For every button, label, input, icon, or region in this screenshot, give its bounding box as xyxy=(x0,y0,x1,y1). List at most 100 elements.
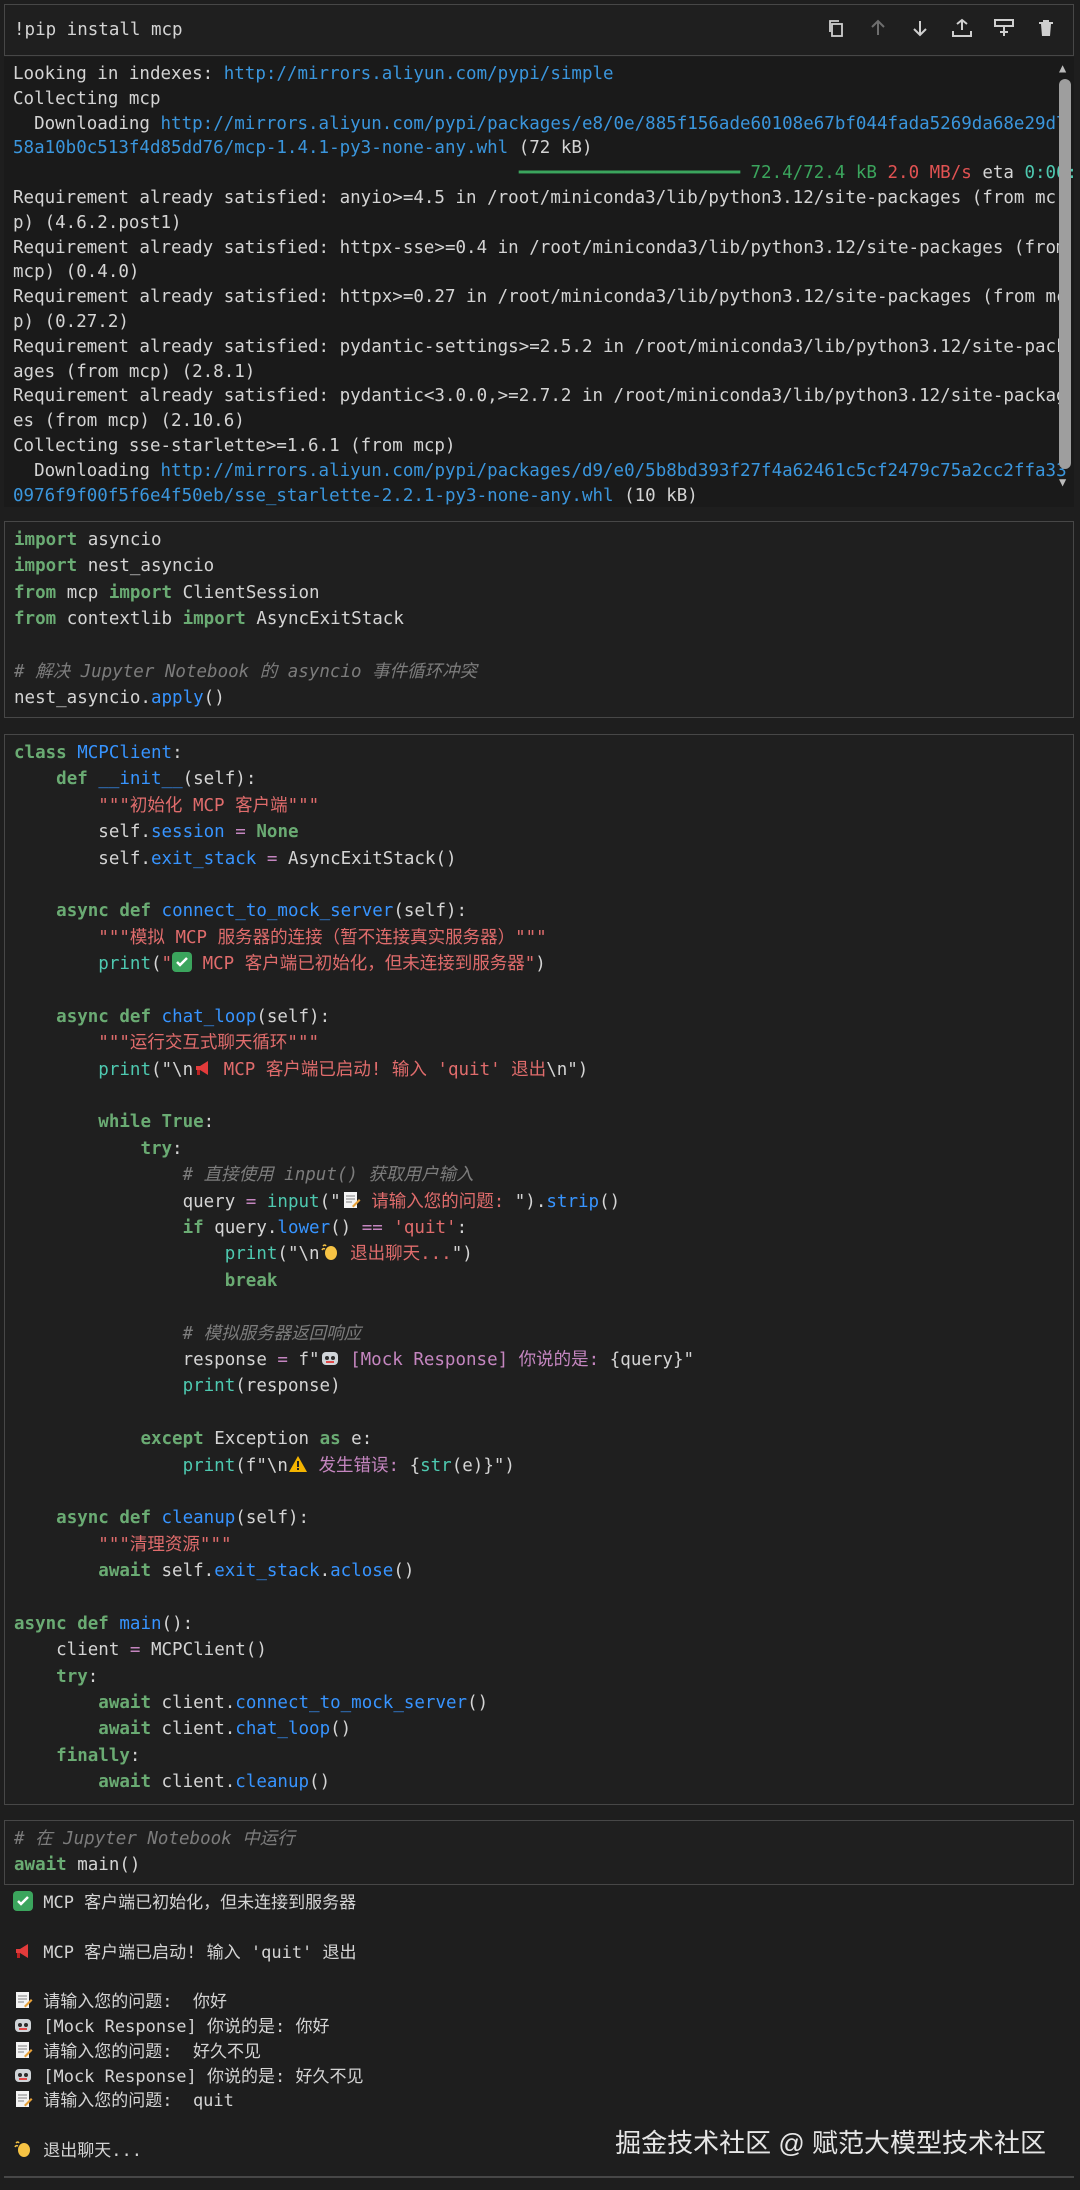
run-main-code[interactable]: # 在 Jupyter Notebook 中运行 await main() xyxy=(14,1826,295,1879)
pip-output-line: Requirement already satisfied: httpx>=0.… xyxy=(13,285,1067,310)
memo-emoji-icon xyxy=(13,2040,33,2060)
imports-code-token: import xyxy=(14,530,78,550)
output-scrollbar[interactable]: ▲ ▼ xyxy=(1058,57,1072,507)
robot-emoji-icon xyxy=(320,1348,340,1368)
mcp-client-code-token: (e)}") xyxy=(451,1455,515,1476)
mcp-client-code-token xyxy=(14,1508,56,1528)
mcp-client-code[interactable]: class MCPClient: def __init__(self): """… xyxy=(14,740,694,1796)
imports-code-token: ClientSession xyxy=(172,582,320,603)
imports-code-token: AsyncExitStack xyxy=(245,609,404,630)
mcp-client-code-line: async def cleanup(self): xyxy=(14,1505,694,1531)
mcp-client-code-token: client. xyxy=(150,1719,236,1740)
scroll-down-icon[interactable]: ▼ xyxy=(1059,475,1066,489)
mcp-client-code-token: None xyxy=(256,822,299,843)
move-up-icon[interactable] xyxy=(863,13,893,43)
mcp-client-code-token: print xyxy=(224,1244,278,1265)
mcp-client-code-line: # 直接使用 input() 获取用户输入 xyxy=(14,1162,694,1188)
mcp-client-code-token: self. xyxy=(150,1561,215,1582)
mcp-client-code-token: chat_loop xyxy=(235,1719,331,1740)
pip-output-token: Requirement already satisfied: httpx>=0.… xyxy=(13,287,1067,308)
pip-output-token: ━━━━━━━━━━━━━━━━━━━━━ xyxy=(13,163,751,184)
memo-emoji-icon xyxy=(341,1190,361,1210)
mcp-client-code-token: \n") xyxy=(546,1059,589,1080)
imports-code-token: import xyxy=(14,556,78,577)
mcp-client-code-token xyxy=(14,1165,183,1185)
mcp-client-code-line: print("\n 退出聊天...") xyxy=(14,1241,694,1267)
mcp-client-code-token: ( xyxy=(150,954,162,975)
mcp-client-code-token: except xyxy=(140,1429,204,1450)
pip-output-token: Requirement already satisfied: anyio>=4.… xyxy=(13,187,1057,208)
insert-above-icon[interactable] xyxy=(947,13,977,43)
mcp-client-code-line xyxy=(14,1479,694,1505)
mcp-client-code-line: response = f" [Mock Response] 你说的是: {que… xyxy=(14,1347,695,1373)
check-emoji-icon xyxy=(13,1891,33,1911)
mcp-client-code-token: 'quit' xyxy=(393,1218,457,1239)
pip-output[interactable]: Looking in indexes: http://mirrors.aliyu… xyxy=(4,57,1074,507)
mcp-client-code-token: () xyxy=(330,1218,362,1239)
mcp-client-code-line: """清理资源""" xyxy=(14,1532,694,1558)
run-main-output-line: [Mock Response] 你说的是: 你好 xyxy=(13,2015,363,2040)
mcp-client-code-token: = xyxy=(129,1640,141,1661)
cell-command[interactable]: !pip install mcp xyxy=(14,17,183,43)
mcp-client-code-token xyxy=(14,1535,98,1555)
imports-code[interactable]: import asyncio import nest_asyncio from mc… xyxy=(14,527,477,712)
mcp-client-code-line: print(f"\n 发生错误: {str(e)}") xyxy=(14,1453,694,1479)
pip-output-line: ages (from mcp) (2.8.1) xyxy=(13,360,1053,385)
delete-icon[interactable] xyxy=(1031,13,1061,43)
mcp-client-code-token: connect_to_mock_server xyxy=(161,901,394,922)
run-main-output-token: 请输入您的问题: 好久不见 xyxy=(33,2041,261,2062)
mcp-client-code-token: str xyxy=(420,1455,452,1476)
mcp-client-code-token: MCPClient xyxy=(77,743,173,763)
imports-cell[interactable]: import asyncio import nest_asyncio from mc… xyxy=(4,521,1074,718)
mcp-client-code-line: class MCPClient: xyxy=(14,740,694,766)
run-main-code-line: await main() xyxy=(14,1852,295,1878)
pip-output-line: Collecting mcp xyxy=(13,87,1053,112)
mcp-client-code-token: (response) xyxy=(235,1376,341,1397)
mcp-client-cell[interactable]: class MCPClient: def __init__(self): """… xyxy=(4,734,1074,1805)
imports-code-token: contextlib xyxy=(56,609,183,630)
scrollbar-thumb[interactable] xyxy=(1059,79,1071,469)
mcp-client-code-token: () xyxy=(393,1561,415,1582)
mcp-client-code-token xyxy=(151,901,162,921)
run-main-cell[interactable]: # 在 Jupyter Notebook 中运行 await main() xyxy=(4,1820,1074,1885)
mcp-client-code-token: # 直接使用 input() 获取用户输入 xyxy=(182,1165,474,1186)
imports-code-token: import xyxy=(182,609,246,630)
pip-output-text: Looking in indexes: http://mirrors.aliyu… xyxy=(13,62,1074,507)
check-emoji-icon xyxy=(172,952,193,973)
mcp-client-code-token xyxy=(14,1693,98,1713)
scroll-up-icon[interactable]: ▲ xyxy=(1059,61,1066,75)
mcp-client-code-token: Exception xyxy=(203,1429,320,1450)
mcp-client-code-token xyxy=(14,1456,183,1476)
mcp-client-code-line: def __init__(self): xyxy=(14,766,694,792)
copy-icon[interactable] xyxy=(821,13,851,43)
mcp-client-code-token: input xyxy=(266,1191,320,1212)
mcp-client-code-token: 退出聊天... xyxy=(339,1244,452,1265)
mcp-client-code-token: AsyncExitStack() xyxy=(277,848,457,869)
mcp-client-code-token: = xyxy=(266,848,278,869)
mcp-client-code-token: () xyxy=(309,1772,331,1793)
mcp-client-code-token: client xyxy=(14,1640,130,1661)
run-main-output-line: 请输入您的问题: 你好 xyxy=(13,1990,363,2015)
pip-install-cell[interactable]: !pip install mcp xyxy=(4,4,1074,56)
pip-output-line: Looking in indexes: http://mirrors.aliyu… xyxy=(13,62,1053,87)
mcp-client-code-token: : xyxy=(172,743,183,763)
run-main-code-token: # 在 Jupyter Notebook 中运行 xyxy=(14,1829,295,1849)
imports-code-line: # 解决 Jupyter Notebook 的 asyncio 事件循环冲突 xyxy=(14,659,477,685)
imports-code-token: () xyxy=(203,688,225,709)
mcp-client-code-line: query = input(" 请输入您的问题: ").strip() xyxy=(14,1189,694,1215)
mcp-client-code-token: class xyxy=(14,743,67,763)
mcp-client-code-token: self. xyxy=(14,848,151,869)
move-down-icon[interactable] xyxy=(905,13,935,43)
mcp-client-code-token: session xyxy=(150,822,225,843)
insert-below-icon[interactable] xyxy=(989,13,1019,43)
pip-output-token: eta xyxy=(971,163,1025,184)
pip-output-line: mcp) (0.4.0) xyxy=(13,260,1053,285)
mcp-client-code-token xyxy=(14,1746,56,1766)
mcp-client-code-token xyxy=(256,1192,267,1212)
mcp-client-code-line: try: xyxy=(14,1136,694,1162)
mcp-client-code-token: __init__ xyxy=(98,769,183,790)
mcp-client-code-token: """初始化 MCP 客户端""" xyxy=(98,795,320,816)
watermark: 掘金技术社区 @ 赋范大模型技术社区 xyxy=(615,2128,1046,2158)
robot-emoji-icon xyxy=(13,2065,33,2085)
mcp-client-code-token: cleanup xyxy=(161,1508,236,1529)
